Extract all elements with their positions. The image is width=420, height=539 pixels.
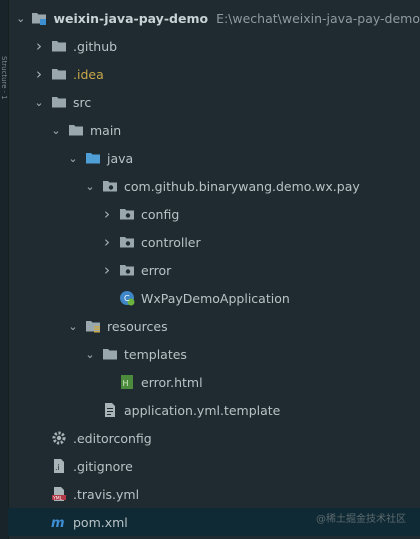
package-icon: [119, 262, 135, 278]
tree-item-label: error.html: [141, 374, 203, 390]
tree-item-label: controller: [141, 234, 201, 250]
tree-item-label: .gitignore: [73, 458, 133, 474]
tree-item-label: templates: [124, 346, 187, 362]
tree-item[interactable]: › .idea: [8, 60, 420, 88]
tree-item-label: pom.xml: [73, 514, 128, 530]
spring-boot-class-icon: C: [119, 290, 135, 306]
svg-text:YML: YML: [52, 496, 63, 502]
tree-item[interactable]: YML .travis.yml: [8, 480, 420, 508]
tree-item[interactable]: application.yml.template: [8, 396, 420, 424]
gitignore-file-icon: .i: [51, 458, 67, 474]
svg-text:.i: .i: [55, 463, 60, 472]
tree-item[interactable]: ⌄ main: [8, 116, 420, 144]
tree-item[interactable]: ⌄ src: [8, 88, 420, 116]
tree-item-label: resources: [107, 318, 168, 334]
svg-text:H: H: [123, 379, 129, 388]
tree-item[interactable]: ⌄ java: [8, 144, 420, 172]
package-icon: [102, 178, 118, 194]
source-folder-icon: [85, 150, 101, 166]
tree-item[interactable]: › controller: [8, 228, 420, 256]
tree-item-label: .travis.yml: [73, 486, 140, 502]
tree-item-label: config: [141, 206, 180, 222]
folder-icon: [51, 94, 67, 110]
tree-item[interactable]: ⌄ templates: [8, 340, 420, 368]
tree-item-label: .idea: [73, 66, 104, 82]
chevron-down-icon[interactable]: ⌄: [16, 12, 25, 25]
resources-folder-icon: [85, 318, 101, 334]
tree-item[interactable]: › config: [8, 200, 420, 228]
yml-file-icon: YML: [51, 486, 67, 502]
gear-icon: [51, 430, 67, 446]
package-icon: [119, 234, 135, 250]
chevron-right-icon[interactable]: ›: [101, 261, 113, 279]
tree-item-label: application.yml.template: [124, 402, 281, 418]
project-path: E:\wechat\weixin-java-pay-demo: [216, 10, 420, 26]
chevron-right-icon[interactable]: ›: [101, 233, 113, 251]
text-file-icon: [102, 402, 118, 418]
tree-item[interactable]: ⌄ com.github.binarywang.demo.wx.pay: [8, 172, 420, 200]
tree-item[interactable]: ⌄ resources: [8, 312, 420, 340]
watermark: @稀土掘金技术社区: [316, 514, 406, 525]
folder-icon: [51, 38, 67, 54]
side-strip-label: Structure · 1: [0, 56, 8, 100]
html-file-icon: H: [119, 374, 135, 390]
svg-text:m: m: [51, 516, 65, 530]
tree-item-label: src: [73, 94, 92, 110]
tree-item-label: .github: [73, 38, 118, 54]
chevron-down-icon[interactable]: ⌄: [84, 180, 96, 193]
chevron-down-icon[interactable]: ⌄: [67, 152, 79, 165]
chevron-right-icon[interactable]: ›: [101, 205, 113, 223]
tree-item-label: error: [141, 262, 172, 278]
tree-item[interactable]: ⌄ weixin-java-pay-demo E:\wechat\weixin-ja…: [8, 4, 420, 32]
folder-icon: [102, 346, 118, 362]
folder-icon: [51, 66, 67, 82]
tree-item[interactable]: .i .gitignore: [8, 452, 420, 480]
tree-item-label: WxPayDemoApplication: [141, 290, 290, 306]
tree-item-label: .editorconfig: [73, 430, 152, 446]
tree-item[interactable]: › .github: [8, 32, 420, 60]
tree-item-label: java: [107, 150, 134, 166]
package-icon: [119, 206, 135, 222]
chevron-down-icon[interactable]: ⌄: [67, 320, 79, 333]
tree-item-label: com.github.binarywang.demo.wx.pay: [124, 178, 360, 194]
folder-icon: [68, 122, 84, 138]
tree-item-label: main: [90, 122, 122, 138]
tree-item[interactable]: › error: [8, 256, 420, 284]
chevron-right-icon[interactable]: ›: [33, 37, 45, 55]
maven-file-icon: m: [51, 514, 67, 531]
tree-item[interactable]: .editorconfig: [8, 424, 420, 452]
chevron-down-icon[interactable]: ⌄: [84, 348, 96, 361]
chevron-down-icon[interactable]: ⌄: [33, 96, 45, 109]
chevron-down-icon[interactable]: ⌄: [50, 124, 62, 137]
tree-item-label: weixin-java-pay-demo: [53, 10, 209, 26]
chevron-right-icon[interactable]: ›: [33, 65, 45, 83]
tree-item[interactable]: C WxPayDemoApplication: [8, 284, 420, 312]
svg-text:C: C: [124, 294, 130, 303]
module-folder-icon: [31, 10, 47, 26]
tree-item[interactable]: Herror.html: [8, 368, 420, 396]
